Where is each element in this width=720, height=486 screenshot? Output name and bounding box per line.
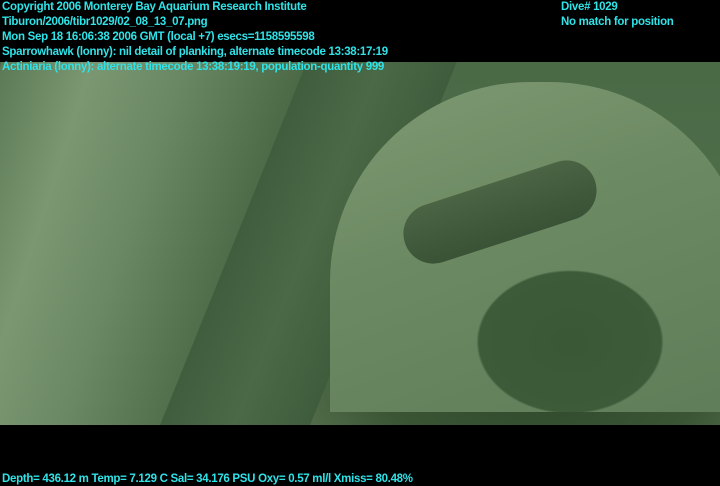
header-overlay-right: Dive# 1029 No match for position [561,0,674,30]
annotation-text: Actiniaria (lonny): alternate timecode 1… [2,61,385,73]
annotation-text: Sparrowhawk (lonny): nil detail of plank… [2,46,388,58]
position-status: No match for position [561,16,674,28]
datetime-text: Mon Sep 18 16:06:38 2006 GMT (local +7) … [2,31,315,43]
file-path: Tiburon/2006/tibr1029/02_08_13_07.png [2,16,208,28]
header-overlay-left: Copyright 2006 Monterey Bay Aquarium Res… [2,0,388,75]
dive-number: Dive# 1029 [561,1,618,13]
video-frame: Copyright 2006 Monterey Bay Aquarium Res… [0,0,720,486]
sensor-readout: Depth= 436.12 m Temp= 7.129 C Sal= 34.17… [2,473,413,485]
underwater-shipwreck-image [0,62,720,425]
copyright-text: Copyright 2006 Monterey Bay Aquarium Res… [2,1,307,13]
